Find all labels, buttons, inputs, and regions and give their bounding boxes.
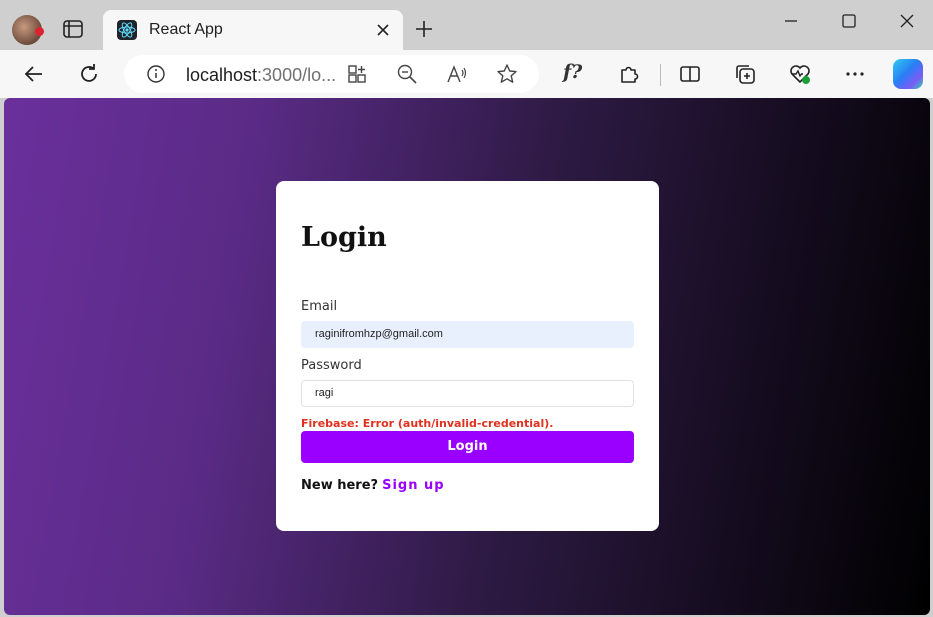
password-label: Password — [301, 358, 362, 373]
maximize-icon[interactable] — [839, 11, 859, 31]
signup-prompt: New here? — [301, 478, 379, 493]
signup-link[interactable]: Sign up — [382, 478, 444, 493]
tab-title: React App — [149, 21, 223, 38]
back-arrow-icon[interactable] — [22, 62, 46, 86]
error-message: Firebase: Error (auth/invalid-credential… — [301, 417, 554, 430]
address-bar[interactable]: localhost:3000/lo... — [124, 55, 539, 93]
more-icon[interactable] — [843, 62, 867, 86]
tab-actions-icon[interactable] — [62, 18, 84, 40]
password-field[interactable]: ragi — [301, 380, 634, 407]
collections-icon[interactable] — [733, 62, 757, 86]
formula-icon[interactable]: f? — [563, 61, 582, 83]
zoom-out-icon[interactable] — [396, 63, 418, 85]
apps-icon[interactable] — [346, 63, 368, 85]
toolbar-divider — [660, 64, 661, 86]
close-icon[interactable] — [375, 22, 391, 38]
email-label: Email — [301, 299, 338, 314]
browser-toolbar: localhost:3000/lo... f? — [0, 50, 933, 98]
puzzle-icon[interactable] — [617, 62, 641, 86]
login-button[interactable]: Login — [301, 431, 634, 463]
browser-essentials-icon[interactable] — [788, 62, 812, 86]
window-close-icon[interactable] — [897, 11, 917, 31]
minimize-icon[interactable] — [781, 11, 801, 31]
page-viewport: Login Email raginifromhzp@gmail.com Pass… — [4, 98, 930, 615]
signup-row: New here? Sign up — [301, 478, 445, 493]
active-tab[interactable]: React App — [103, 10, 403, 50]
plus-icon[interactable] — [414, 19, 434, 39]
url-path: :3000/lo... — [257, 65, 337, 85]
star-icon[interactable] — [496, 63, 518, 85]
url-host: localhost — [186, 65, 258, 85]
copilot-icon[interactable] — [893, 59, 923, 89]
tab-strip: React App — [0, 0, 933, 50]
read-aloud-icon[interactable] — [446, 63, 468, 85]
page-title: Login — [301, 222, 387, 253]
url-text[interactable]: localhost:3000/lo... — [186, 65, 336, 86]
info-icon[interactable] — [146, 64, 166, 84]
react-icon — [117, 20, 137, 40]
refresh-icon[interactable] — [77, 62, 101, 86]
profile-avatar[interactable] — [12, 15, 44, 45]
split-screen-icon[interactable] — [678, 62, 702, 86]
login-card: Login Email raginifromhzp@gmail.com Pass… — [276, 181, 659, 531]
email-field[interactable]: raginifromhzp@gmail.com — [301, 321, 634, 348]
